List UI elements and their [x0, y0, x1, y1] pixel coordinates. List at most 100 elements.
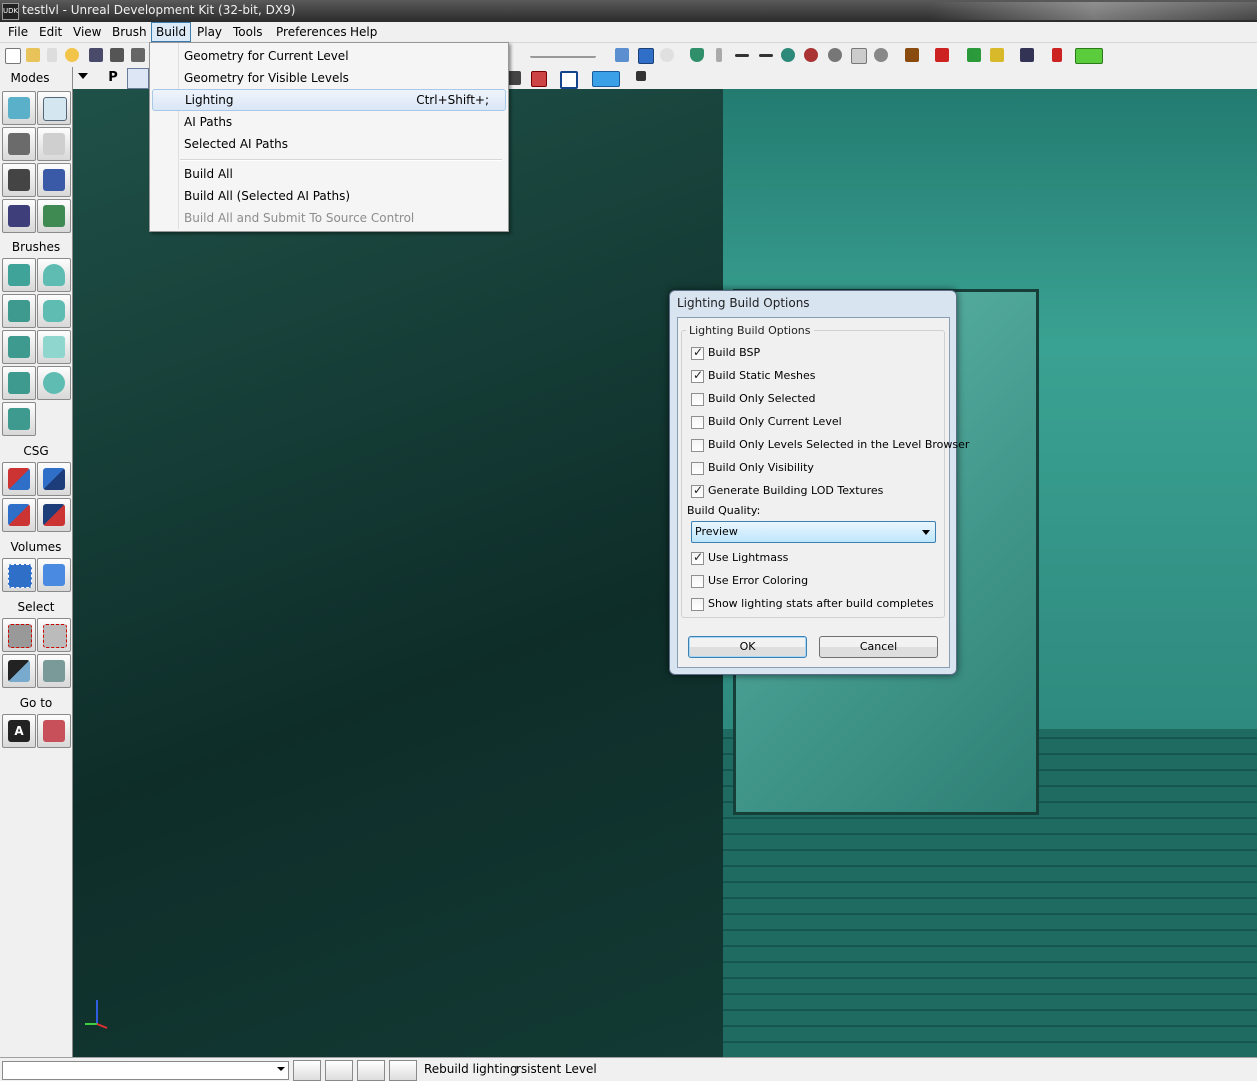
disable-drag-icon[interactable] [293, 1060, 321, 1081]
sheet-brush-icon[interactable] [37, 330, 71, 364]
foliage-leaf-icon[interactable] [37, 199, 71, 233]
kismet-k-icon[interactable] [1050, 46, 1068, 64]
cube-brush-icon[interactable] [2, 258, 36, 292]
game-view-icon[interactable] [636, 46, 654, 64]
texture-align-icon[interactable] [2, 163, 36, 197]
menu-item-selected-ai-paths[interactable]: Selected AI Paths [152, 133, 504, 155]
invert-selection-icon[interactable] [2, 654, 36, 688]
play-in-editor-icon[interactable] [1073, 46, 1103, 64]
settings-gear-icon[interactable] [826, 46, 844, 64]
source-control-check-icon[interactable] [389, 1060, 417, 1081]
menu-item-geometry-visible-levels[interactable]: Geometry for Visible Levels [152, 67, 504, 89]
checkbox-box[interactable]: ✓ [691, 368, 704, 383]
shield-icon[interactable] [688, 46, 706, 64]
command-combo[interactable] [2, 1061, 289, 1080]
checkbox-box[interactable] [691, 575, 704, 588]
modes-dropdown-icon[interactable] [78, 73, 88, 79]
sphere-brush-icon[interactable] [37, 366, 71, 400]
goto-actor-icon[interactable]: A [2, 714, 36, 748]
actor-icon[interactable] [802, 46, 820, 64]
mesh-paint-icon[interactable] [37, 163, 71, 197]
dialog-body: Lighting Build Options ✓ Build BSP ✓ Build… [677, 317, 969, 668]
new-icon[interactable] [3, 46, 21, 64]
menu-item-build-all-selected-ai-paths[interactable]: Build All (Selected AI Paths) [152, 185, 504, 207]
menu-item-lighting[interactable]: Lighting Ctrl+Shift+; [152, 89, 506, 111]
menu-tools[interactable]: Tools [229, 23, 267, 41]
landscape-icon[interactable] [2, 199, 36, 233]
terrain-mode-icon[interactable] [2, 127, 36, 161]
menu-item-geometry-current-level[interactable]: Geometry for Current Level [152, 45, 504, 67]
build-quality-select[interactable]: Preview [691, 521, 936, 543]
camera-speed-slider[interactable] [528, 46, 598, 64]
grid-snap-icon[interactable] [357, 1060, 385, 1081]
generic-browser-icon[interactable] [933, 46, 951, 64]
perspective-toggle[interactable]: P [104, 69, 122, 87]
volume-cube-icon[interactable] [37, 558, 71, 592]
ok-button[interactable]: OK [688, 636, 807, 658]
frame-box-icon[interactable] [558, 69, 578, 89]
path-nodes-icon[interactable] [733, 46, 751, 64]
checkbox-box[interactable] [691, 393, 704, 406]
menu-help[interactable]: Help [346, 23, 381, 41]
menu-play[interactable]: Play [193, 23, 226, 41]
checkbox-box[interactable] [691, 439, 704, 452]
volumetric-brush-icon[interactable] [2, 402, 36, 436]
curved-stair-brush-icon[interactable] [2, 294, 36, 328]
save-levels-icon[interactable] [129, 46, 147, 64]
snap-actor-icon[interactable] [529, 69, 547, 87]
level-viewport[interactable] [73, 89, 1257, 1057]
menu-view[interactable]: View [69, 23, 105, 41]
favorite-star-icon[interactable] [63, 46, 81, 64]
show-all-icon[interactable] [37, 654, 71, 688]
menu-item-ai-paths[interactable]: AI Paths [152, 111, 504, 133]
checkbox-box[interactable]: ✓ [691, 345, 704, 360]
play-blue-icon[interactable] [590, 69, 620, 87]
open-dropdown-icon[interactable] [45, 46, 59, 64]
geometry-mode-icon[interactable] [127, 68, 149, 89]
spiral-stair-brush-icon[interactable] [2, 366, 36, 400]
menu-edit[interactable]: Edit [35, 23, 66, 41]
checkbox-box[interactable] [691, 416, 704, 429]
kismet-icon[interactable] [965, 46, 983, 64]
checkbox-box[interactable] [691, 462, 704, 475]
menu-item-build-all[interactable]: Build All [152, 163, 504, 185]
csg-subtract-icon[interactable] [37, 462, 71, 496]
checkbox-box[interactable] [691, 598, 704, 611]
sound-icon[interactable] [779, 46, 797, 64]
path-links-icon[interactable] [757, 46, 775, 64]
csg-intersect-icon[interactable] [2, 498, 36, 532]
menu-build[interactable]: Build [151, 22, 192, 42]
content-browser-icon[interactable] [903, 46, 921, 64]
visibility-icon[interactable] [872, 46, 890, 64]
hide-selected-icon[interactable] [37, 618, 71, 652]
geometry-cube-icon[interactable] [37, 91, 71, 125]
undock-icon[interactable] [634, 69, 652, 87]
cone-brush-icon[interactable] [37, 258, 71, 292]
linear-stair-brush-icon[interactable] [2, 330, 36, 364]
goto-builder-brush-icon[interactable] [37, 714, 71, 748]
save-icon[interactable] [87, 46, 105, 64]
menu-brush[interactable]: Brush [108, 23, 151, 41]
star-outline-icon[interactable] [658, 46, 676, 64]
checkbox-box[interactable]: ✓ [691, 550, 704, 565]
menu-file[interactable]: File [4, 23, 32, 41]
menu-bar: File Edit View Brush Build Play Tools Pr… [0, 22, 1257, 43]
open-icon[interactable] [24, 46, 42, 64]
matinee-icon[interactable] [988, 46, 1006, 64]
cylinder-brush-icon[interactable] [37, 294, 71, 328]
menu-preferences[interactable]: Preferences [272, 23, 351, 41]
realtime-viewport-icon[interactable] [613, 46, 631, 64]
grid-icon[interactable] [849, 46, 867, 64]
camera-mode-icon[interactable] [2, 91, 36, 125]
move-arrows-icon[interactable] [37, 127, 71, 161]
cancel-button[interactable]: Cancel [819, 636, 938, 658]
checkbox-box[interactable]: ✓ [691, 483, 704, 498]
csg-deintersect-icon[interactable] [37, 498, 71, 532]
show-selected-icon[interactable] [2, 618, 36, 652]
csg-add-icon[interactable] [2, 462, 36, 496]
save-all-icon[interactable] [108, 46, 126, 64]
console-icon[interactable] [1018, 46, 1036, 64]
add-volume-icon[interactable] [2, 558, 36, 592]
pin-icon[interactable] [710, 46, 728, 64]
lightbulb-icon[interactable] [325, 1060, 353, 1081]
